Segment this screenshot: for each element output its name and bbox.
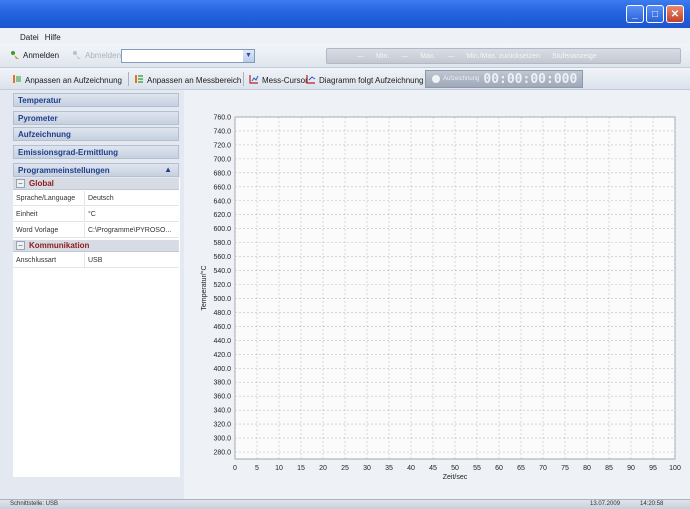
menu-file[interactable]: Datei: [20, 33, 39, 44]
window-controls: _ □ ✕: [626, 5, 684, 23]
dash-1: —: [357, 52, 364, 60]
separator: [128, 72, 129, 86]
login-label: Anmelden: [23, 50, 60, 60]
collapse-icon: −: [16, 179, 25, 188]
property-key: Word Vorlage: [13, 223, 85, 237]
maximize-button[interactable]: □: [646, 5, 664, 23]
section-program-settings[interactable]: Programmeinstellungen ▲: [13, 163, 179, 177]
follow-label: Diagramm folgt Aufzeichnung: [319, 75, 424, 85]
close-button[interactable]: ✕: [666, 5, 684, 23]
section-temperature[interactable]: Temperatur: [13, 93, 179, 107]
section-program-settings-label: Programmeinstellungen: [18, 166, 110, 175]
property-key: Anschlussart: [13, 253, 85, 267]
logout-button[interactable]: Abmelden: [72, 50, 121, 60]
property-key: Einheit: [13, 207, 85, 221]
cursor-icon: [249, 74, 259, 86]
group-communication-label: Kommunikation: [29, 241, 90, 250]
minimize-button[interactable]: _: [626, 5, 644, 23]
property-value[interactable]: C:\Programme\PYROSO...: [85, 223, 179, 237]
group-global[interactable]: − Global: [13, 178, 179, 190]
property-row[interactable]: Einheit °C: [13, 207, 179, 222]
follow-icon: [306, 74, 316, 86]
max-label: Max.: [420, 52, 436, 60]
disabled-controls: — Min. — Max. — Min./Max. zurücksetzen S…: [326, 48, 681, 64]
property-value[interactable]: °C: [85, 207, 179, 221]
logout-icon: [72, 50, 82, 60]
timer-label: Aufzeichnung: [443, 76, 480, 82]
fit-recording-button[interactable]: Anpassen an Aufzeichnung: [12, 74, 122, 86]
property-value[interactable]: Deutsch: [85, 191, 179, 205]
dash-3: —: [447, 52, 455, 60]
recording-timer: Aufzeichnung 00:00:00:000: [425, 70, 583, 88]
device-combo[interactable]: ▼: [121, 49, 255, 63]
toolbar-chart: Anpassen an Aufzeichnung Anpassen an Mes…: [0, 68, 690, 90]
cursor-button[interactable]: Mess-Cursor: [249, 74, 308, 86]
cursor-label: Mess-Cursor: [262, 75, 308, 85]
play-icon: [432, 75, 440, 83]
chevron-down-icon[interactable]: ▼: [243, 50, 254, 62]
logout-label: Abmelden: [85, 50, 122, 60]
property-row[interactable]: Anschlussart USB: [13, 253, 179, 268]
status-date: 13.07.2009: [590, 501, 621, 507]
fit-range-button[interactable]: Anpassen an Messbereich: [134, 74, 241, 86]
fit-range-icon: [134, 74, 144, 86]
chart-panel: [184, 90, 690, 500]
reset-minmax-button[interactable]: Min./Max. zurücksetzen: [466, 53, 540, 60]
property-key: Sprache/Language: [13, 191, 85, 205]
group-global-label: Global: [29, 179, 54, 188]
fit-range-label: Anpassen an Messbereich: [147, 75, 242, 85]
separator: [243, 72, 244, 86]
login-icon: [10, 50, 20, 60]
property-row[interactable]: Word Vorlage C:\Programme\PYROSO...: [13, 223, 179, 238]
title-bar: _ □ ✕: [0, 0, 690, 28]
min-label: Min.: [376, 52, 390, 60]
section-recording[interactable]: Aufzeichnung: [13, 127, 179, 141]
menu-bar: Datei Hilfe: [0, 28, 690, 44]
property-value[interactable]: USB: [85, 253, 179, 267]
section-pyrometer[interactable]: Pyrometer: [13, 111, 179, 125]
section-emissivity[interactable]: Emissionsgrad-Ermittlung: [13, 145, 179, 159]
property-row[interactable]: Sprache/Language Deutsch: [13, 191, 179, 206]
menu-help[interactable]: Hilfe: [45, 33, 61, 44]
login-button[interactable]: Anmelden: [10, 50, 59, 60]
status-interface: Schnittstelle: USB: [10, 501, 59, 507]
fit-recording-icon: [12, 74, 22, 86]
chevron-up-icon: ▲: [164, 165, 172, 174]
toolbar-main: Anmelden Abmelden ▼ — Min. — Max. — Min.…: [0, 44, 690, 68]
group-communication[interactable]: − Kommunikation: [13, 240, 179, 252]
follow-button[interactable]: Diagramm folgt Aufzeichnung: [306, 74, 424, 86]
status-time: 14:20:58: [640, 501, 664, 507]
collapse-icon: −: [16, 241, 25, 250]
step-display-button[interactable]: Stufenanzeige: [552, 53, 597, 60]
dash-2: —: [401, 52, 409, 60]
status-bar: Schnittstelle: USB 13.07.2009 14:20:58: [0, 499, 690, 509]
timer-value: 00:00:00:000: [483, 71, 578, 87]
fit-recording-label: Anpassen an Aufzeichnung: [25, 75, 122, 85]
